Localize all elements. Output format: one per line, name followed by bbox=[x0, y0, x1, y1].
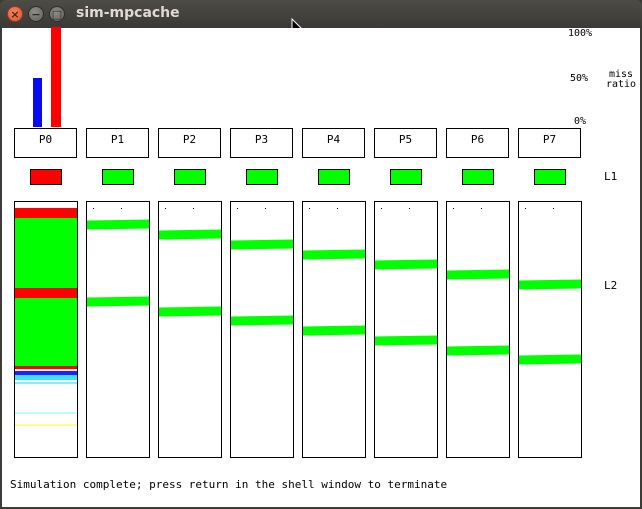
l2-level-label: L2 bbox=[604, 279, 618, 292]
processor-box-p0: P0 bbox=[14, 128, 77, 158]
processor-box-p7: P7 bbox=[518, 128, 581, 158]
cache-line-band bbox=[519, 279, 581, 290]
l2-marker-dot bbox=[409, 208, 410, 209]
processor-box-p3: P3 bbox=[230, 128, 293, 158]
l2-marker-dot bbox=[553, 208, 554, 209]
l2-marker-dot bbox=[265, 208, 266, 209]
l2-marker-dot bbox=[481, 208, 482, 209]
simulation-canvas: 100% 50% 0% miss ratio L1 L2 Simulation … bbox=[2, 27, 640, 507]
l1-cache-p5 bbox=[390, 169, 422, 185]
cache-line-band bbox=[447, 345, 509, 356]
l2-cache-p5 bbox=[374, 201, 438, 458]
cache-line-band bbox=[303, 325, 365, 336]
miss-ratio-label: miss ratio bbox=[605, 69, 637, 90]
maximize-window-button[interactable]: □ bbox=[49, 6, 65, 22]
processor-box-p4: P4 bbox=[302, 128, 365, 158]
cache-line-band bbox=[519, 354, 581, 365]
l2-miss-ratio-bar bbox=[51, 27, 61, 127]
l2-cache-p4 bbox=[302, 201, 366, 458]
cache-line-band bbox=[231, 239, 293, 250]
cache-line-band bbox=[15, 218, 77, 288]
l2-marker-dot bbox=[93, 208, 94, 209]
l1-cache-p6 bbox=[462, 169, 494, 185]
cache-line-band bbox=[15, 375, 77, 380]
l1-cache-p2 bbox=[174, 169, 206, 185]
cache-line-band bbox=[303, 249, 365, 260]
l1-cache-p1 bbox=[102, 169, 134, 185]
l2-cache-p1 bbox=[86, 201, 150, 458]
cache-line-band bbox=[159, 306, 221, 317]
status-message: Simulation complete; press return in the… bbox=[10, 478, 448, 491]
scale-label-100: 100% bbox=[568, 28, 593, 39]
l1-cache-p3 bbox=[246, 169, 278, 185]
cache-line-band bbox=[87, 219, 149, 230]
cache-line-band bbox=[375, 259, 437, 270]
cache-line-band bbox=[159, 229, 221, 240]
l2-marker-dot bbox=[237, 208, 238, 209]
cache-line-band bbox=[447, 269, 509, 280]
l1-cache-p0 bbox=[30, 169, 62, 185]
l1-miss-ratio-bar bbox=[33, 78, 42, 127]
processor-box-p2: P2 bbox=[158, 128, 221, 158]
processor-box-p5: P5 bbox=[374, 128, 437, 158]
processor-box-p6: P6 bbox=[446, 128, 509, 158]
scale-label-0: 0% bbox=[574, 116, 587, 127]
window-title: sim-mpcache bbox=[76, 5, 180, 21]
cache-line-band bbox=[15, 412, 77, 414]
cache-line-band bbox=[87, 296, 149, 307]
l2-marker-dot bbox=[453, 208, 454, 209]
processor-box-p1: P1 bbox=[86, 128, 149, 158]
l1-cache-p4 bbox=[318, 169, 350, 185]
l2-marker-dot bbox=[121, 208, 122, 209]
l2-cache-p0 bbox=[14, 201, 78, 458]
l2-marker-dot bbox=[337, 208, 338, 209]
l2-cache-p6 bbox=[446, 201, 510, 458]
cache-line-band bbox=[375, 335, 437, 346]
l1-cache-p7 bbox=[534, 169, 566, 185]
window-titlebar[interactable]: × − □ sim-mpcache bbox=[0, 0, 642, 28]
l2-marker-dot bbox=[165, 208, 166, 209]
cache-line-band bbox=[15, 288, 77, 298]
cache-line-band bbox=[15, 298, 77, 366]
cache-line-band bbox=[15, 382, 77, 384]
l2-marker-dot bbox=[381, 208, 382, 209]
l2-marker-dot bbox=[525, 208, 526, 209]
l2-cache-p7 bbox=[518, 201, 582, 458]
l1-level-label: L1 bbox=[604, 170, 618, 183]
scale-label-50: 50% bbox=[570, 73, 589, 84]
cache-line-band bbox=[15, 208, 77, 218]
l2-marker-dot bbox=[193, 208, 194, 209]
cache-line-band bbox=[231, 315, 293, 326]
l2-cache-p2 bbox=[158, 201, 222, 458]
close-window-button[interactable]: × bbox=[7, 6, 23, 22]
l2-cache-p3 bbox=[230, 201, 294, 458]
cache-line-band bbox=[15, 424, 77, 426]
l2-marker-dot bbox=[309, 208, 310, 209]
minimize-window-button[interactable]: − bbox=[28, 6, 44, 22]
